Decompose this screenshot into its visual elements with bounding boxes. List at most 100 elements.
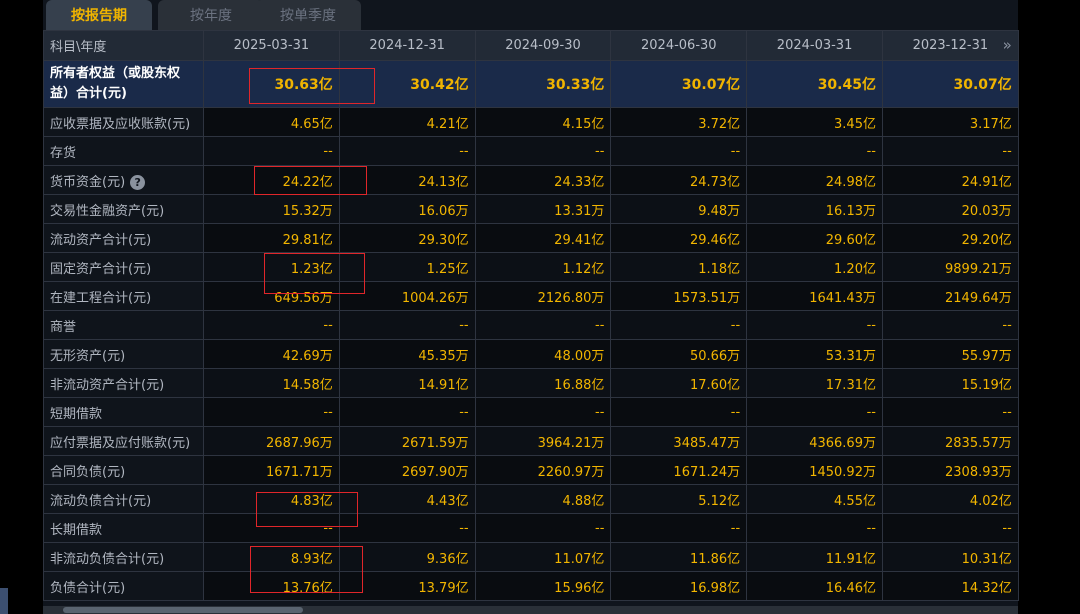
row-label-text: 短期借款 (50, 406, 103, 422)
table-cell: 2835.57万 (881, 426, 1019, 456)
row-label: 应付票据及应付账款(元) (43, 426, 204, 456)
table-cell: -- (610, 310, 748, 340)
row-label: 存货 (43, 136, 204, 166)
column-date[interactable]: 2023-12-31 » (881, 30, 1019, 61)
row-label-text: 应付票据及应付账款(元) (50, 435, 191, 451)
table-cell: 8.93亿 (203, 542, 340, 572)
table-cell: 30.33亿 (474, 60, 612, 108)
row-label: 长期借款 (43, 513, 204, 543)
horizontal-scrollbar[interactable] (43, 606, 1018, 614)
table-cell: 2687.96万 (203, 426, 340, 456)
corner-label: 科目\年度 (43, 30, 204, 61)
column-date[interactable]: 2024-12-31 (338, 30, 476, 61)
table-cell: 1.18亿 (610, 252, 748, 282)
table-cell: -- (610, 513, 748, 543)
column-date[interactable]: 2024-06-30 (610, 30, 748, 61)
tab-by-report-period[interactable]: 按报告期 (46, 0, 152, 30)
table-cell: 24.33亿 (474, 165, 612, 195)
table-cell: 29.41亿 (474, 223, 612, 253)
table-cell: -- (338, 397, 476, 427)
table-cell: 10.31亿 (881, 542, 1019, 572)
row-label: 非流动负债合计(元) (43, 542, 204, 572)
table-row: 非流动负债合计(元) 8.93亿 9.36亿 11.07亿 11.86亿 11.91亿 10… (43, 542, 1019, 572)
tab-by-quarter[interactable]: 按单季度 (255, 0, 361, 30)
table-cell: 13.76亿 (203, 571, 340, 601)
table-cell: -- (203, 513, 340, 543)
row-label-text: 存货 (50, 145, 77, 161)
table-cell: -- (746, 136, 883, 166)
table-cell: 1641.43万 (746, 281, 883, 311)
table-cell: 24.13亿 (338, 165, 476, 195)
tab-by-year[interactable]: 按年度 (158, 0, 264, 30)
window-edge (0, 588, 8, 614)
table-row: 负债合计(元) 13.76亿 13.79亿 15.96亿 16.98亿 16.46亿 14.… (43, 571, 1019, 601)
table-cell: 16.06万 (338, 194, 476, 224)
table-cell: 24.22亿 (203, 165, 340, 195)
table-cell: 24.73亿 (610, 165, 748, 195)
table-cell: 50.66万 (610, 339, 748, 369)
row-label: 无形资产(元) (43, 339, 204, 369)
table-cell: 5.12亿 (610, 484, 748, 514)
table-cell: -- (474, 513, 612, 543)
table-row: 合同负债(元) 1671.71万 2697.90万 2260.97万 1671.24万 1… (43, 455, 1019, 485)
table-cell: 3.17亿 (881, 107, 1019, 137)
row-label: 负债合计(元) (43, 571, 204, 601)
table-cell: 2260.97万 (474, 455, 612, 485)
table-cell: 13.31万 (474, 194, 612, 224)
table-cell: -- (610, 136, 748, 166)
table-cell: -- (881, 310, 1019, 340)
table-row: 固定资产合计(元) 1.23亿 1.25亿 1.12亿 1.18亿 1.20亿 9899.2… (43, 252, 1019, 282)
table-cell: 1.23亿 (203, 252, 340, 282)
table-cell: 30.45亿 (746, 60, 883, 108)
table-cell: 4366.69万 (746, 426, 883, 456)
financial-table-panel: 按报告期 按年度 按单季度 科目\年度 2025-03-31 2024-12-3… (43, 0, 1019, 614)
balance-sheet-table: 科目\年度 2025-03-31 2024-12-31 2024-09-30 2… (43, 30, 1019, 601)
table-cell: -- (746, 310, 883, 340)
row-label: 所有者权益（或股东权益）合计(元) (43, 60, 204, 108)
table-cell: -- (203, 136, 340, 166)
row-label-text: 无形资产(元) (50, 348, 126, 364)
table-cell: 29.46亿 (610, 223, 748, 253)
table-cell: -- (610, 397, 748, 427)
table-row: 长期借款 -- -- -- -- -- -- (43, 513, 1019, 543)
table-cell: 29.20亿 (881, 223, 1019, 253)
table-cell: 29.30亿 (338, 223, 476, 253)
table-cell: 30.07亿 (881, 60, 1019, 108)
table-cell: 1.25亿 (338, 252, 476, 282)
table-cell: 20.03万 (881, 194, 1019, 224)
double-chevron-right-icon[interactable]: » (1003, 36, 1012, 54)
row-label: 在建工程合计(元) (43, 281, 204, 311)
table-cell: 1450.92万 (746, 455, 883, 485)
table-cell: -- (881, 136, 1019, 166)
table-cell: 4.43亿 (338, 484, 476, 514)
period-tabs: 按报告期 按年度 按单季度 (43, 0, 1018, 30)
row-label: 货币资金(元)? (43, 165, 204, 195)
table-cell: 1.20亿 (746, 252, 883, 282)
help-icon[interactable]: ? (130, 174, 146, 190)
table-cell: 30.42亿 (338, 60, 476, 108)
table-cell: 11.07亿 (474, 542, 612, 572)
table-cell: 16.98亿 (610, 571, 748, 601)
scroll-thumb[interactable] (63, 607, 303, 613)
table-cell: 14.32亿 (881, 571, 1019, 601)
row-label-text: 商誉 (50, 319, 77, 335)
row-label-text: 非流动负债合计(元) (50, 551, 165, 567)
table-cell: -- (881, 513, 1019, 543)
table-cell: 14.91亿 (338, 368, 476, 398)
row-label-text: 所有者权益（或股东权益）合计(元) (50, 66, 181, 101)
row-label-text: 负债合计(元) (50, 580, 126, 596)
table-cell: -- (881, 397, 1019, 427)
table-cell: 15.32万 (203, 194, 340, 224)
table-cell: 17.60亿 (610, 368, 748, 398)
table-cell: 4.88亿 (474, 484, 612, 514)
table-row: 短期借款 -- -- -- -- -- -- (43, 397, 1019, 427)
table-cell: 1573.51万 (610, 281, 748, 311)
column-date[interactable]: 2024-03-31 (746, 30, 883, 61)
row-label: 固定资产合计(元) (43, 252, 204, 282)
column-date[interactable]: 2025-03-31 (203, 30, 340, 61)
table-cell: 1671.71万 (203, 455, 340, 485)
column-date[interactable]: 2024-09-30 (474, 30, 612, 61)
row-label: 应收票据及应收账款(元) (43, 107, 204, 137)
row-label: 流动资产合计(元) (43, 223, 204, 253)
row-label-text: 应收票据及应收账款(元) (50, 116, 191, 132)
